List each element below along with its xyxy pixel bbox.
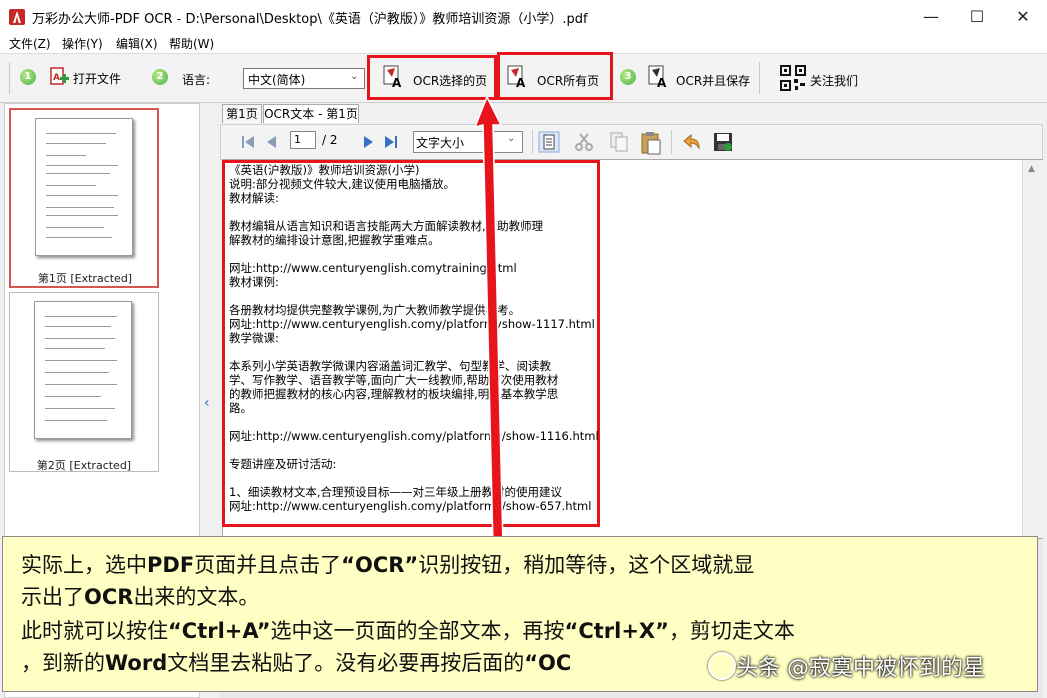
undo-icon[interactable] <box>680 131 702 153</box>
ocr-text-line: 教材课例: <box>229 275 279 289</box>
ocr-text-line: 网址:http://www.centuryenglish.comy/platfo… <box>229 317 595 331</box>
thumbnail-label: 第2页 [Extracted] <box>36 459 132 472</box>
last-page-icon[interactable] <box>383 134 399 150</box>
menu-help[interactable]: 帮助(W) <box>169 35 214 52</box>
toolbar-separator <box>532 130 533 154</box>
page-total: / 2 <box>322 133 338 147</box>
ocr-text-line: 专题讲座及研讨活动: <box>229 457 337 471</box>
select-all-icon[interactable] <box>538 131 560 153</box>
svg-text:A: A <box>392 76 402 89</box>
next-page-icon[interactable] <box>360 134 376 150</box>
vertical-scrollbar[interactable]: ▲ <box>1022 160 1043 538</box>
ocr-page-icon: A <box>383 65 402 90</box>
copy-icon[interactable] <box>608 131 630 153</box>
window-title: 万彩办公大师-PDF OCR - D:\Personal\Desktop\《英语… <box>32 12 588 27</box>
ocr-all-button[interactable]: A <box>507 65 529 92</box>
callout-line-4: ，到新的Word文档里去粘贴了。没有必要再按后面的“OC <box>21 651 572 675</box>
cut-icon[interactable] <box>573 131 595 153</box>
follow-us-label[interactable]: 关注我们 <box>810 72 858 89</box>
prev-page-icon[interactable] <box>264 134 280 150</box>
page-thumbnail-image <box>34 301 132 439</box>
tab-page-1[interactable]: 第1页 <box>222 104 262 123</box>
watermark: 头条 @寂寞中被怀到的星 <box>736 656 985 681</box>
ocr-save-label[interactable]: OCR并且保存 <box>676 72 750 89</box>
ocr-save-icon: A <box>648 65 667 90</box>
menu-operate[interactable]: 操作(Y) <box>62 35 103 52</box>
svg-text:A: A <box>53 73 60 83</box>
open-file-button[interactable]: A <box>48 66 70 88</box>
ocr-text-line: 说明:部分视频文件较大,建议使用电脑播放。 <box>229 177 456 191</box>
paste-icon[interactable] <box>640 131 662 155</box>
language-value: 中文(简体) <box>248 73 306 87</box>
svg-text:A: A <box>657 76 667 89</box>
ocr-text-line: 网址:http://www.centuryenglish.comy/platfo… <box>229 499 592 513</box>
ocr-text-line: 网址:http://www.centuryenglish.comy/platfo… <box>229 429 599 443</box>
toolbar-grip <box>9 62 10 94</box>
qr-code-button[interactable] <box>780 65 806 94</box>
document-toolbar <box>220 124 1043 160</box>
open-file-label[interactable]: 打开文件 <box>73 70 121 87</box>
watermark-logo-icon <box>708 652 736 680</box>
ocr-selected-button[interactable]: A <box>383 65 405 92</box>
step-1-badge: 1 <box>20 69 36 85</box>
page-thumbnail-image <box>35 118 133 256</box>
minimize-button[interactable]: — <box>908 0 954 33</box>
menu-edit[interactable]: 编辑(X) <box>116 35 158 52</box>
font-size-label: 文字大小 <box>416 136 465 150</box>
title-bar: 万彩办公大师-PDF OCR - D:\Personal\Desktop\《英语… <box>0 0 1047 33</box>
callout-line-1: 实际上，选中PDF页面并且点击了“OCR”识别按钮，稍加等待，这个区域就显 <box>21 553 755 577</box>
callout-line-3: 此时就可以按住“Ctrl+A”选中这一页面的全部文本，再按“Ctrl+X”，剪切… <box>21 619 795 643</box>
first-page-icon[interactable] <box>240 134 256 150</box>
ocr-selected-label[interactable]: OCR选择的页 <box>413 72 487 89</box>
ocr-text-line: 《英语(沪教版)》教师培训资源(小学) <box>229 163 420 177</box>
step-3-badge: 3 <box>620 69 636 85</box>
app-logo-icon <box>9 9 25 25</box>
step-2-badge: 2 <box>152 69 168 85</box>
ocr-all-icon: A <box>507 65 526 90</box>
page-number-input[interactable]: 1 <box>290 131 316 149</box>
ocr-text-line: 教材解读: <box>229 191 279 205</box>
annotation-arrow <box>473 95 504 548</box>
menu-bar: 文件(Z) 操作(Y) 编辑(X) 帮助(W) <box>0 33 1047 54</box>
collapse-panel-icon[interactable]: ‹ <box>204 395 210 411</box>
open-file-icon: A <box>50 67 69 85</box>
toolbar-separator <box>671 130 672 154</box>
thumbnail-label: 第1页 [Extracted] <box>37 272 133 285</box>
language-select[interactable]: 中文(简体) ⌄ <box>243 68 365 89</box>
ocr-text-line: 解教材的编排设计意图,把握教学重难点。 <box>229 233 440 247</box>
qr-code-icon <box>780 65 806 91</box>
svg-text:A: A <box>516 76 526 89</box>
close-button[interactable]: ✕ <box>1000 0 1046 33</box>
language-label: 语言: <box>182 73 211 87</box>
ocr-text-line: 路。 <box>229 401 252 415</box>
menu-file[interactable]: 文件(Z) <box>9 35 51 52</box>
ocr-text-line: 教学微课: <box>229 331 279 345</box>
maximize-button[interactable]: ☐ <box>954 0 1000 33</box>
toolbar-separator <box>759 62 760 94</box>
scroll-up-icon[interactable]: ▲ <box>1028 164 1035 174</box>
ocr-all-label[interactable]: OCR所有页 <box>537 72 599 89</box>
callout-line-2: 示出了OCR出来的文本。 <box>21 585 260 609</box>
thumbnail-page-1[interactable]: 第1页 [Extracted] <box>9 108 159 288</box>
ocr-save-button[interactable]: A <box>648 65 670 92</box>
thumbnail-page-2[interactable]: 第2页 [Extracted] <box>9 292 159 472</box>
tab-ocr-text[interactable]: OCR文本 - 第1页 <box>263 104 359 123</box>
save-icon[interactable] <box>712 131 734 153</box>
chevron-down-icon: ⌄ <box>350 71 359 82</box>
